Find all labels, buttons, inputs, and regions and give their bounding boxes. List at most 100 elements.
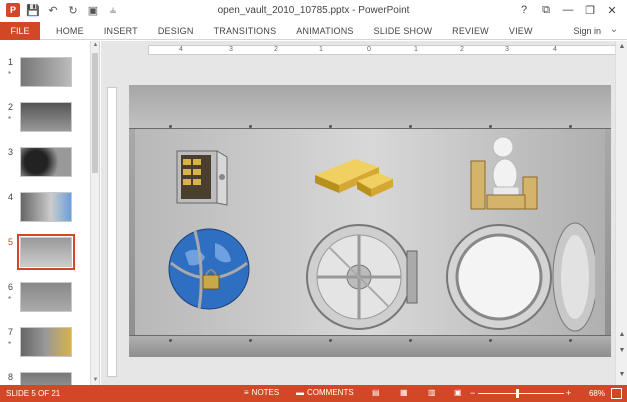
scroll-down-icon[interactable]: ▼: [616, 371, 627, 378]
help-button[interactable]: ?: [513, 2, 535, 18]
fit-to-window-icon[interactable]: [611, 388, 622, 399]
slide-thumbnail-selected[interactable]: [17, 234, 75, 270]
slide-sorter-icon[interactable]: ▦: [400, 388, 408, 397]
tab-transitions[interactable]: TRANSITIONS: [204, 22, 287, 40]
slide-show-icon[interactable]: ▣: [454, 388, 462, 397]
slide-thumbnail[interactable]: [20, 282, 72, 312]
sign-in-link[interactable]: Sign in: [573, 26, 601, 36]
previous-slide-icon[interactable]: ▲: [616, 331, 627, 338]
thumbnail-number: 8: [8, 372, 14, 382]
rivet: [329, 125, 332, 128]
slide-counter: SLIDE 5 OF 21: [6, 389, 61, 398]
comments-label: COMMENTS: [307, 388, 354, 397]
slide-thumbnail[interactable]: [20, 192, 72, 222]
ruler-mark: 2: [460, 46, 464, 53]
ruler-mark: 1: [319, 46, 323, 53]
comments-button[interactable]: ▬ COMMENTS: [296, 388, 354, 397]
slide-thumbnail[interactable]: [20, 102, 72, 132]
status-bar: SLIDE 5 OF 21 ≡ NOTES ▬ COMMENTS ▤ ▦ ▥ ▣…: [0, 385, 627, 402]
rivet: [329, 339, 332, 342]
animation-star-icon: *: [8, 115, 12, 124]
tab-home[interactable]: HOME: [46, 22, 94, 40]
scrollbar-thumb[interactable]: [92, 53, 98, 173]
next-slide-icon[interactable]: ▼: [616, 347, 627, 354]
slide-thumbnail[interactable]: [20, 57, 72, 87]
vault-bottom-panel: [129, 335, 611, 357]
notes-button[interactable]: ≡ NOTES: [244, 388, 279, 397]
notes-label: NOTES: [251, 388, 280, 397]
tab-file[interactable]: FILE: [0, 22, 40, 40]
zoom-slider[interactable]: [478, 393, 564, 394]
horizontal-ruler: 4 3 2 1 0 1 2 3 4: [148, 45, 618, 55]
zoom-slider-handle[interactable]: [516, 389, 519, 398]
ruler-mark: 2: [274, 46, 278, 53]
tab-list: HOME INSERT DESIGN TRANSITIONS ANIMATION…: [46, 22, 543, 40]
minimize-button[interactable]: —: [557, 2, 579, 18]
thumbnail-number: 6: [8, 282, 14, 292]
thumbnail-slide-2[interactable]: 2 *: [0, 102, 90, 142]
rivet: [409, 125, 412, 128]
slide-thumbnail[interactable]: [20, 372, 72, 385]
vault-inner-panel: [135, 129, 605, 335]
rivet: [489, 339, 492, 342]
thumbnail-number: 3: [8, 147, 14, 157]
slide-thumbnail[interactable]: [20, 327, 72, 357]
tab-animations[interactable]: ANIMATIONS: [286, 22, 363, 40]
rivet: [169, 339, 172, 342]
tab-insert[interactable]: INSERT: [94, 22, 148, 40]
zoom-level[interactable]: 68%: [589, 389, 605, 398]
thumbnail-number: 1: [8, 57, 14, 67]
thumbnail-scrollbar[interactable]: ▲ ▼: [90, 41, 99, 385]
vault-door-open-image[interactable]: [445, 221, 598, 333]
tab-design[interactable]: DESIGN: [148, 22, 204, 40]
rivet: [169, 125, 172, 128]
comments-icon: ▬: [296, 388, 304, 397]
animation-star-icon: *: [8, 340, 12, 349]
figure-on-coins-image[interactable]: [465, 133, 545, 213]
gold-bars-image[interactable]: [305, 145, 395, 201]
thumbnail-slide-8[interactable]: 8: [0, 372, 90, 385]
maximize-button[interactable]: ❐: [579, 2, 601, 18]
zoom-in-button[interactable]: +: [566, 388, 571, 398]
ruler-mark: 3: [505, 46, 509, 53]
slide-thumbnail-pane: 1 * 2 * 3 4 5 6 * 7 * 8 ▲ ▼: [0, 41, 100, 385]
editor-scrollbar[interactable]: ▲ ▲ ▼ ▼: [615, 41, 627, 385]
close-button[interactable]: ✕: [601, 2, 623, 18]
ruler-mark: 1: [414, 46, 418, 53]
open-safe-image[interactable]: [173, 147, 229, 211]
scroll-down-icon[interactable]: ▼: [91, 376, 99, 385]
rivet: [569, 339, 572, 342]
animation-star-icon: *: [8, 295, 12, 304]
tab-slide-show[interactable]: SLIDE SHOW: [364, 22, 443, 40]
window-controls: ? ⧉ — ❐ ✕: [513, 2, 623, 18]
vault-top-panel: [129, 85, 611, 129]
vertical-ruler: [107, 87, 117, 377]
thumbnail-number: 7: [8, 327, 14, 337]
tab-review[interactable]: REVIEW: [442, 22, 499, 40]
thumbnail-slide-3[interactable]: 3: [0, 147, 90, 187]
rivet: [249, 125, 252, 128]
current-slide[interactable]: [129, 85, 611, 357]
vault-door-closed-image[interactable]: [303, 221, 421, 333]
ribbon-display-button[interactable]: ⧉: [535, 2, 557, 18]
chained-globe-image[interactable]: [165, 223, 253, 315]
rivet: [409, 339, 412, 342]
ribbon-tabs: FILE HOME INSERT DESIGN TRANSITIONS ANIM…: [0, 22, 627, 40]
thumbnail-slide-4[interactable]: 4: [0, 192, 90, 232]
thumbnail-slide-7[interactable]: 7 *: [0, 327, 90, 367]
slide-thumbnail[interactable]: [20, 147, 72, 177]
thumbnail-slide-5[interactable]: 5: [0, 234, 90, 277]
ruler-mark: 3: [229, 46, 233, 53]
slide-editing-area: 4 3 2 1 0 1 2 3 4 ▲ ▲ ▼ ▼: [101, 41, 627, 385]
normal-view-icon[interactable]: ▤: [372, 388, 380, 397]
ruler-mark: 4: [179, 46, 183, 53]
reading-view-icon[interactable]: ▥: [428, 388, 436, 397]
tab-view[interactable]: VIEW: [499, 22, 543, 40]
thumbnail-slide-1[interactable]: 1 *: [0, 57, 90, 97]
thumbnail-slide-6[interactable]: 6 *: [0, 282, 90, 322]
rivet: [249, 339, 252, 342]
scroll-up-icon[interactable]: ▲: [616, 43, 627, 50]
scroll-up-icon[interactable]: ▲: [91, 41, 99, 50]
ribbon-expand-icon[interactable]: ⌄: [607, 24, 621, 38]
zoom-out-button[interactable]: −: [470, 388, 475, 398]
